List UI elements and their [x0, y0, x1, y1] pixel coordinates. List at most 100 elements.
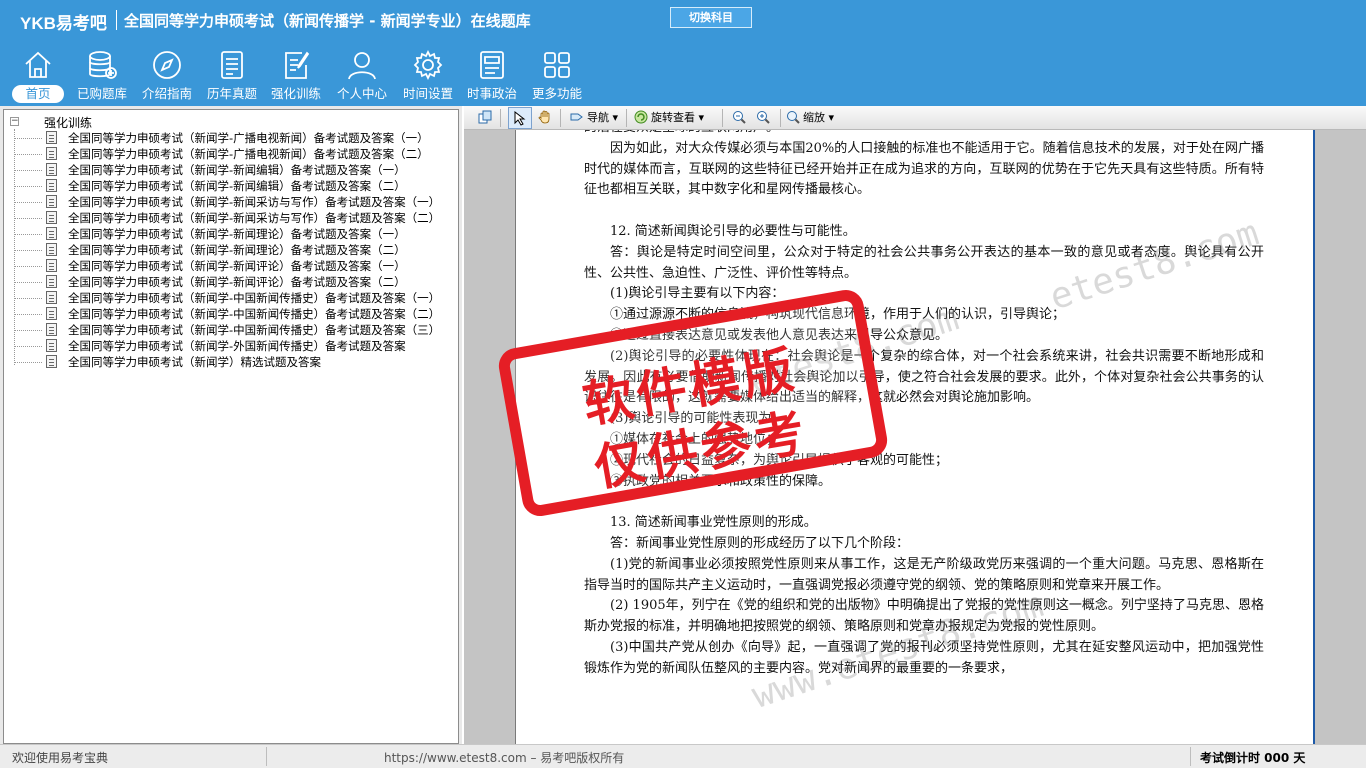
document-icon: [46, 307, 57, 320]
document-icon: [46, 163, 57, 176]
hand-tool-button[interactable]: [538, 108, 555, 128]
tree-branch: [14, 170, 42, 171]
nav-time-settings[interactable]: 时间设置: [396, 44, 460, 104]
nav-label: 首页: [12, 85, 64, 103]
rotate-view-menu[interactable]: 旋转查看 ▾: [634, 108, 704, 128]
doc-paragraph: 的潜在受众是全球的互联网用户。: [584, 130, 1264, 139]
tree-item[interactable]: 全国同等学力申硕考试（新闻学）精选试题及答案: [14, 354, 454, 370]
switch-subject-button[interactable]: 切换科目: [670, 7, 752, 28]
tree-item-label: 全国同等学力申硕考试（新闻学-新闻理论）备考试题及答案（二）: [68, 243, 406, 257]
document-icon: [46, 147, 57, 160]
tree-branch: [14, 234, 42, 235]
nav-past-exams[interactable]: 历年真题: [200, 44, 264, 104]
zoom-menu[interactable]: 缩放 ▾: [786, 108, 834, 128]
edit-icon: [280, 49, 312, 81]
select-tool-button[interactable]: [508, 107, 532, 129]
document-list-icon: [216, 49, 248, 81]
tree-item[interactable]: 全国同等学力申硕考试（新闻学-新闻评论）备考试题及答案（二）: [14, 274, 454, 290]
toolbar-divider: [626, 109, 627, 127]
doc-paragraph: (1)党的新闻事业必须按照党性原则来从事工作，这是无产阶级政党历来强调的一个重大…: [584, 556, 1264, 593]
nav-label: 历年真题: [206, 86, 257, 101]
tree-item-label: 全国同等学力申硕考试（新闻学-新闻评论）备考试题及答案（一）: [68, 259, 406, 273]
tree-item[interactable]: 全国同等学力申硕考试（新闻学-中国新闻传播史）备考试题及答案（一）: [14, 290, 454, 306]
tree-item-label: 全国同等学力申硕考试（新闻学-新闻采访与写作）备考试题及答案（二）: [68, 211, 441, 225]
nav-purchased[interactable]: 已购题库: [70, 44, 134, 104]
tree-branch: [14, 154, 42, 155]
status-divider: [266, 747, 267, 766]
navigate-icon: [570, 113, 583, 121]
zoom-in-button[interactable]: [756, 108, 773, 128]
tree-item[interactable]: 全国同等学力申硕考试（新闻学-广播电视新闻）备考试题及答案（二）: [14, 146, 454, 162]
thumbnail-toggle-button[interactable]: [478, 108, 495, 128]
zoom-label: 缩放: [803, 111, 825, 124]
collapse-icon[interactable]: −: [10, 117, 19, 126]
document-icon: [46, 227, 57, 240]
tree-branch: [14, 282, 42, 283]
document-icon: [46, 339, 57, 352]
tree-item-label: 全国同等学力申硕考试（新闻学-中国新闻传播史）备考试题及答案（二）: [68, 307, 441, 321]
tree-item-label: 全国同等学力申硕考试（新闻学-中国新闻传播史）备考试题及答案（三）: [68, 323, 441, 337]
chapter-tree[interactable]: − 强化训练 全国同等学力申硕考试（新闻学-广播电视新闻）备考试题及答案（一） …: [3, 109, 459, 744]
nav-home[interactable]: 首页: [6, 44, 70, 104]
rotate-icon: [634, 110, 648, 124]
tree-item-label: 全国同等学力申硕考试（新闻学-中国新闻传播史）备考试题及答案（一）: [68, 291, 441, 305]
tree-branch: [14, 266, 42, 267]
tree-item[interactable]: 全国同等学力申硕考试（新闻学-新闻采访与写作）备考试题及答案（二）: [14, 210, 454, 226]
document-icon: [46, 211, 57, 224]
doc-paragraph: 答：新闻事业党性原则的形成经历了以下几个阶段：: [610, 535, 910, 551]
tree-item[interactable]: 全国同等学力申硕考试（新闻学-新闻采访与写作）备考试题及答案（一）: [14, 194, 454, 210]
tree-item[interactable]: 全国同等学力申硕考试（新闻学-新闻理论）备考试题及答案（二）: [14, 242, 454, 258]
nav-personal-center[interactable]: 个人中心: [330, 44, 394, 104]
tree-branch: [14, 346, 42, 347]
app-title: 全国同等学力申硕考试（新闻传播学 - 新闻学专业）在线题库: [124, 12, 531, 30]
nav-intensive-training[interactable]: 强化训练: [264, 44, 328, 104]
cursor-icon: [514, 111, 526, 126]
document-icon: [46, 323, 57, 336]
zoom-out-button[interactable]: [732, 108, 749, 128]
tree-branch: [14, 250, 42, 251]
document-icon: [46, 291, 57, 304]
hand-icon: [538, 110, 550, 124]
question-heading: 13. 简述新闻事业党性原则的形成。: [610, 515, 817, 531]
question-heading: 12. 简述新闻舆论引导的必要性与可能性。: [610, 223, 856, 239]
document-icon: [46, 259, 57, 272]
rotate-label: 旋转查看: [651, 111, 695, 124]
nav-label: 个人中心: [336, 86, 387, 101]
nav-more[interactable]: 更多功能: [525, 44, 589, 104]
tree-branch: [14, 314, 42, 315]
navigate-menu[interactable]: 导航 ▾: [570, 108, 618, 128]
tree-item-label: 全国同等学力申硕考试（新闻学-新闻编辑）备考试题及答案（一）: [68, 163, 406, 177]
doc-paragraph: (1)舆论引导主要有以下内容：: [610, 286, 785, 302]
title-row: YKB易考吧 全国同等学力申硕考试（新闻传播学 - 新闻学专业）在线题库 切换科…: [0, 0, 1366, 38]
database-icon: [86, 49, 118, 81]
tree-branch: [14, 186, 42, 187]
nav-label: 更多功能: [531, 86, 582, 101]
status-divider: [1190, 747, 1191, 766]
nav-guide[interactable]: 介绍指南: [135, 44, 199, 104]
tree-item-label: 全国同等学力申硕考试（新闻学）精选试题及答案: [68, 355, 321, 369]
document-icon: [46, 179, 57, 192]
nav-label: 时间设置: [402, 86, 453, 101]
tree-panel: − 强化训练 全国同等学力申硕考试（新闻学-广播电视新闻）备考试题及答案（一） …: [0, 106, 462, 744]
news-icon: [476, 49, 508, 81]
nav-current-affairs[interactable]: 时事政治: [460, 44, 524, 104]
tree-root-label: 强化训练: [44, 116, 93, 130]
tree-item[interactable]: 全国同等学力申硕考试（新闻学-新闻评论）备考试题及答案（一）: [14, 258, 454, 274]
toolbar-divider: [722, 109, 723, 127]
nav-label: 时事政治: [466, 86, 517, 101]
doc-paragraph: 因为如此，对大众传媒必须与本国20%的人口接触的标准也不能适用于它。随着信息技术…: [584, 140, 1264, 198]
tree-item[interactable]: 全国同等学力申硕考试（新闻学-中国新闻传播史）备考试题及答案（三）: [14, 322, 454, 338]
tree-item[interactable]: 全国同等学力申硕考试（新闻学-中国新闻传播史）备考试题及答案（二）: [14, 306, 454, 322]
document-icon: [46, 355, 57, 368]
toolbar-divider: [780, 109, 781, 127]
tree-item-label: 全国同等学力申硕考试（新闻学-新闻采访与写作）备考试题及答案（一）: [68, 195, 441, 209]
tree-item[interactable]: 全国同等学力申硕考试（新闻学-新闻编辑）备考试题及答案（二）: [14, 178, 454, 194]
tree-item[interactable]: 全国同等学力申硕考试（新闻学-广播电视新闻）备考试题及答案（一）: [14, 130, 454, 146]
tree-item-label: 全国同等学力申硕考试（新闻学-新闻评论）备考试题及答案（二）: [68, 275, 406, 289]
tree-item[interactable]: 全国同等学力申硕考试（新闻学-新闻理论）备考试题及答案（一）: [14, 226, 454, 242]
tree-item[interactable]: 全国同等学力申硕考试（新闻学-新闻编辑）备考试题及答案（一）: [14, 162, 454, 178]
tree-item[interactable]: 全国同等学力申硕考试（新闻学-外国新闻传播史）备考试题及答案: [14, 338, 454, 354]
thumbnails-icon: [478, 110, 492, 124]
document-icon: [46, 275, 57, 288]
tree-item-label: 全国同等学力申硕考试（新闻学-广播电视新闻）备考试题及答案（一）: [68, 131, 429, 145]
